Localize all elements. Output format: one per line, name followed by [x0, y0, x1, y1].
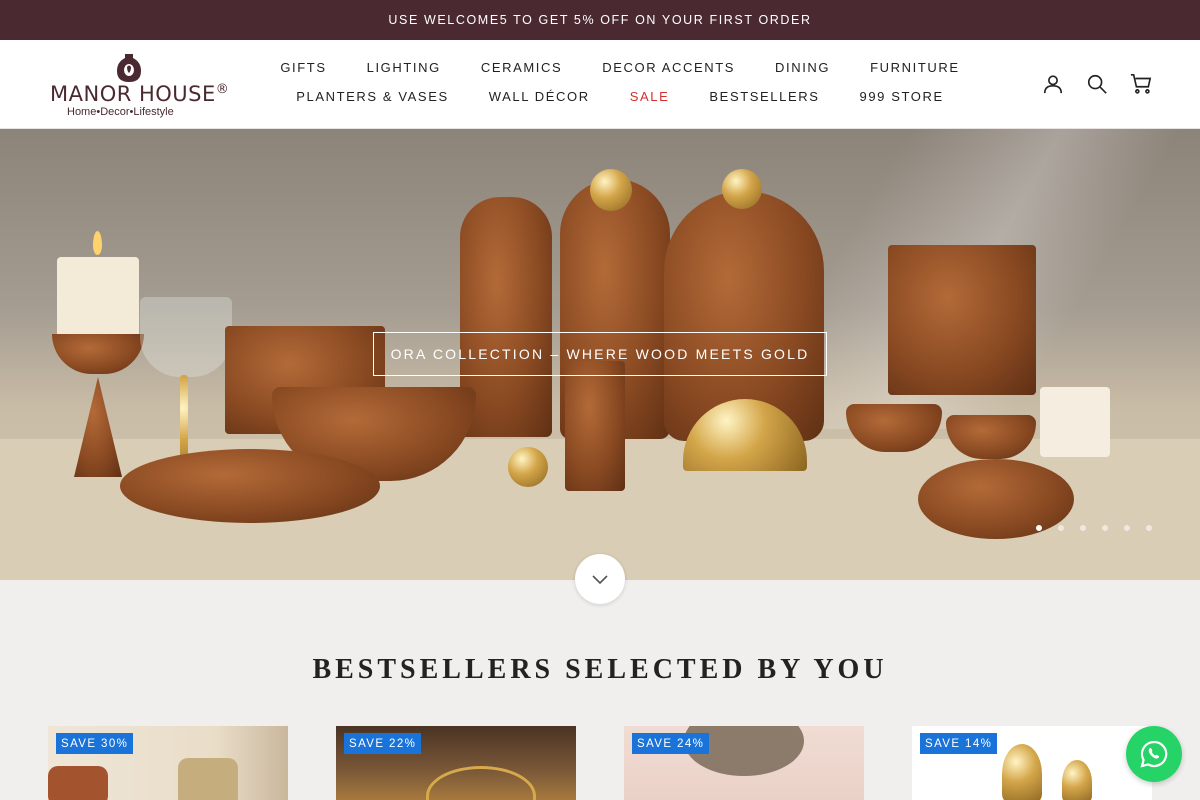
promo-text: USE WELCOME5 TO GET 5% OFF ON YOUR FIRST…	[388, 13, 812, 27]
nav-item-ceramics[interactable]: CERAMICS	[481, 60, 562, 75]
nav-item-dining[interactable]: DINING	[775, 60, 830, 75]
logo-jar-icon	[117, 54, 141, 82]
product-image	[1002, 744, 1042, 800]
cart-icon[interactable]	[1130, 73, 1152, 95]
oval-tray	[120, 449, 380, 523]
nav-item-decor-accents[interactable]: DECOR ACCENTS	[602, 60, 735, 75]
product-image	[48, 766, 108, 800]
nav-row-2: PLANTERS & VASES WALL DÉCOR SALE BESTSEL…	[270, 89, 970, 104]
slider-dot-5[interactable]	[1124, 525, 1130, 531]
site-header: MANOR HOUSE® Home•Decor•Lifestyle GIFTS …	[0, 40, 1200, 129]
candle-flame-left	[93, 231, 102, 255]
nav-row-1: GIFTS LIGHTING CERAMICS DECOR ACCENTS DI…	[270, 60, 970, 75]
product-card[interactable]: SAVE 30%	[48, 726, 288, 800]
product-card[interactable]: SAVE 24%	[624, 726, 864, 800]
nav-item-lighting[interactable]: LIGHTING	[367, 60, 441, 75]
nav-item-wall-decor[interactable]: WALL DÉCOR	[489, 89, 590, 104]
candle-holder-left	[52, 334, 144, 374]
gold-sphere-1	[590, 169, 632, 211]
gold-sphere-3	[508, 447, 548, 487]
product-image	[426, 766, 536, 800]
discount-badge: SAVE 22%	[344, 733, 422, 754]
candle-left	[57, 257, 139, 337]
slider-dot-4[interactable]	[1102, 525, 1108, 531]
candle-right	[1040, 387, 1110, 457]
nav-item-furniture[interactable]: FURNITURE	[870, 60, 960, 75]
discount-badge: SAVE 24%	[632, 733, 710, 754]
site-logo[interactable]: MANOR HOUSE® Home•Decor•Lifestyle	[50, 52, 230, 118]
logo-brand-text: MANOR HOUSE®	[50, 82, 230, 106]
product-grid: SAVE 30% SAVE 22% SAVE 24% SAVE 14%	[48, 726, 1152, 800]
whatsapp-chat-button[interactable]	[1126, 726, 1182, 782]
slider-dot-1[interactable]	[1036, 525, 1042, 531]
nav-item-gifts[interactable]: GIFTS	[280, 60, 326, 75]
nav-item-bestsellers[interactable]: BESTSELLERS	[709, 89, 819, 104]
promo-bar: USE WELCOME5 TO GET 5% OFF ON YOUR FIRST…	[0, 0, 1200, 40]
hero-cta-button[interactable]: ORA COLLECTION – WHERE WOOD MEETS GOLD	[373, 332, 827, 376]
nav-item-sale[interactable]: SALE	[630, 89, 670, 104]
wood-box	[888, 245, 1036, 395]
product-card[interactable]: SAVE 14%	[912, 726, 1152, 800]
product-card[interactable]: SAVE 22%	[336, 726, 576, 800]
wine-glass	[140, 297, 232, 377]
main-nav: GIFTS LIGHTING CERAMICS DECOR ACCENTS DI…	[270, 60, 970, 104]
gold-sphere-2	[722, 169, 762, 209]
slider-dot-3[interactable]	[1080, 525, 1086, 531]
header-icons	[1042, 73, 1152, 95]
logo-tagline: Home•Decor•Lifestyle	[67, 106, 174, 118]
whatsapp-icon	[1140, 740, 1168, 768]
account-icon[interactable]	[1042, 73, 1064, 95]
candle-holder-stem	[74, 377, 122, 477]
coaster-stand	[565, 361, 625, 491]
product-image-detail	[1062, 760, 1092, 800]
slider-dot-6[interactable]	[1146, 525, 1152, 531]
nav-item-999-store[interactable]: 999 STORE	[860, 89, 944, 104]
slider-dots	[1036, 525, 1152, 531]
slider-dot-2[interactable]	[1058, 525, 1064, 531]
discount-badge: SAVE 30%	[56, 733, 134, 754]
section-title: BESTSELLERS SELECTED BY YOU	[312, 654, 888, 685]
scroll-down-button[interactable]	[575, 554, 625, 604]
hero-banner[interactable]: ORA COLLECTION – WHERE WOOD MEETS GOLD	[0, 129, 1200, 580]
product-image-detail	[178, 758, 238, 800]
chevron-down-icon	[592, 575, 608, 585]
discount-badge: SAVE 14%	[920, 733, 998, 754]
search-icon[interactable]	[1086, 73, 1108, 95]
nav-item-planters-vases[interactable]: PLANTERS & VASES	[296, 89, 449, 104]
